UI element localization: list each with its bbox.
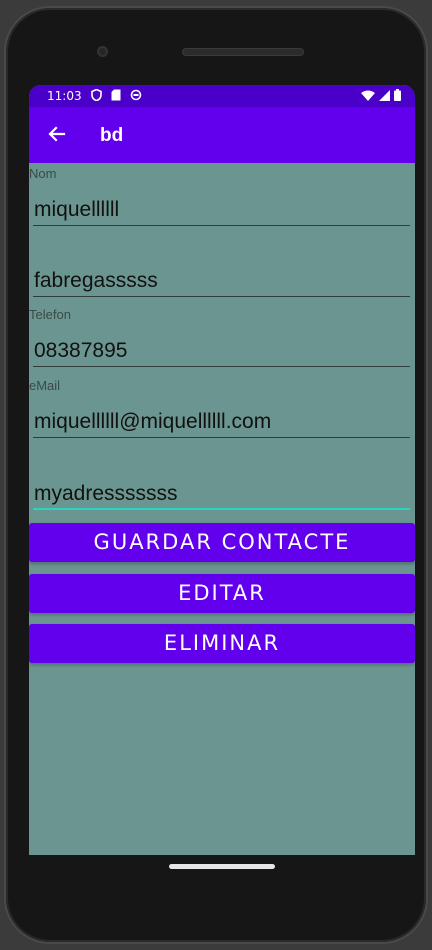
address-field[interactable]: myadresssssss bbox=[33, 476, 410, 510]
save-contact-button[interactable]: GUARDAR CONTACTE bbox=[29, 523, 415, 562]
phone-value: 08387895 bbox=[34, 339, 128, 362]
status-time: 11:03 bbox=[47, 89, 82, 103]
back-arrow-icon[interactable] bbox=[47, 124, 67, 148]
phone-label: Telefon bbox=[29, 307, 71, 322]
home-indicator[interactable] bbox=[169, 864, 275, 869]
app-screen: 11:03 bd Nom miquellllll fabregasssss Te… bbox=[29, 85, 415, 855]
sync-icon bbox=[130, 89, 142, 104]
front-camera bbox=[97, 46, 108, 57]
name-field[interactable]: miquellllll bbox=[33, 192, 410, 226]
battery-icon bbox=[394, 89, 401, 104]
edit-button[interactable]: EDITAR bbox=[29, 574, 415, 613]
address-value: myadresssssss bbox=[34, 482, 178, 505]
app-bar: bd bbox=[29, 107, 415, 163]
status-bar: 11:03 bbox=[29, 85, 415, 107]
name-value: miquellllll bbox=[34, 198, 120, 221]
earpiece-speaker bbox=[182, 48, 304, 56]
delete-button[interactable]: ELIMINAR bbox=[29, 624, 415, 663]
email-label: eMail bbox=[29, 378, 61, 393]
surname-value: fabregasssss bbox=[34, 269, 158, 292]
surname-field-underline bbox=[33, 296, 410, 297]
email-field[interactable]: miquellllll@miquellllll.com bbox=[33, 404, 410, 438]
shield-icon bbox=[91, 88, 102, 104]
email-value: miquellllll@miquellllll.com bbox=[34, 410, 272, 433]
sd-card-icon bbox=[111, 89, 121, 104]
wifi-icon bbox=[361, 90, 375, 104]
cell-signal-icon bbox=[379, 89, 390, 104]
surname-field[interactable]: fabregasssss bbox=[33, 263, 410, 297]
name-label: Nom bbox=[29, 166, 57, 181]
email-field-underline bbox=[33, 437, 410, 438]
phone-field-underline bbox=[33, 366, 410, 367]
page-title: bd bbox=[100, 125, 124, 146]
phone-field[interactable]: 08387895 bbox=[33, 333, 410, 367]
address-field-underline bbox=[33, 508, 410, 510]
name-field-underline bbox=[33, 225, 410, 226]
